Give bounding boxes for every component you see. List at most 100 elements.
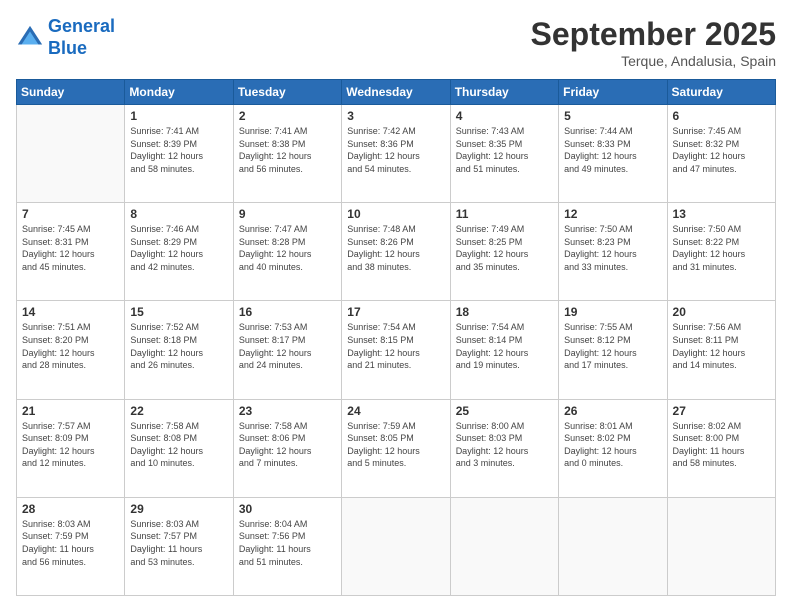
day-number: 2	[239, 109, 336, 123]
day-number: 15	[130, 305, 227, 319]
day-info: Sunrise: 8:02 AM Sunset: 8:00 PM Dayligh…	[673, 420, 770, 470]
calendar-week-row: 7 Sunrise: 7:45 AM Sunset: 8:31 PM Daylig…	[17, 203, 776, 301]
calendar-cell: 25Sunrise: 8:00 AM Sunset: 8:03 PM Dayli…	[450, 399, 558, 497]
calendar-cell: 15Sunrise: 7:52 AM Sunset: 8:18 PM Dayli…	[125, 301, 233, 399]
day-number: 9	[239, 207, 336, 221]
calendar-cell: 5Sunrise: 7:44 AM Sunset: 8:33 PM Daylig…	[559, 105, 667, 203]
day-info: Sunrise: 8:01 AM Sunset: 8:02 PM Dayligh…	[564, 420, 661, 470]
calendar-cell: 1 Sunrise: 7:41 AM Sunset: 8:39 PM Daylig…	[125, 105, 233, 203]
calendar-cell: 30 Sunrise: 8:04 AM Sunset: 7:56 PM Dayli…	[233, 497, 341, 595]
day-number: 4	[456, 109, 553, 123]
location: Terque, Andalusia, Spain	[531, 53, 776, 69]
day-info: Sunrise: 8:03 AM Sunset: 7:57 PM Dayligh…	[130, 518, 227, 568]
day-number: 10	[347, 207, 444, 221]
day-info: Sunrise: 7:43 AM Sunset: 8:35 PM Dayligh…	[456, 125, 553, 175]
calendar-cell: 20 Sunrise: 7:56 AM Sunset: 8:11 PM Dayli…	[667, 301, 775, 399]
day-info: Sunrise: 7:47 AM Sunset: 8:28 PM Dayligh…	[239, 223, 336, 273]
logo-line2: Blue	[48, 38, 87, 58]
day-info: Sunrise: 7:41 AM Sunset: 8:38 PM Dayligh…	[239, 125, 336, 175]
calendar-cell: 19 Sunrise: 7:55 AM Sunset: 8:12 PM Dayli…	[559, 301, 667, 399]
day-number: 28	[22, 502, 119, 516]
day-number: 19	[564, 305, 661, 319]
calendar-cell: 6 Sunrise: 7:45 AM Sunset: 8:32 PM Daylig…	[667, 105, 775, 203]
calendar-cell: 26 Sunrise: 8:01 AM Sunset: 8:02 PM Dayli…	[559, 399, 667, 497]
calendar-week-row: 1 Sunrise: 7:41 AM Sunset: 8:39 PM Daylig…	[17, 105, 776, 203]
month-title: September 2025	[531, 16, 776, 53]
calendar-cell: 21 Sunrise: 7:57 AM Sunset: 8:09 PM Dayli…	[17, 399, 125, 497]
day-info: Sunrise: 7:51 AM Sunset: 8:20 PM Dayligh…	[22, 321, 119, 371]
calendar-cell: 4 Sunrise: 7:43 AM Sunset: 8:35 PM Daylig…	[450, 105, 558, 203]
calendar-cell: 29 Sunrise: 8:03 AM Sunset: 7:57 PM Dayli…	[125, 497, 233, 595]
calendar-cell: 14 Sunrise: 7:51 AM Sunset: 8:20 PM Dayli…	[17, 301, 125, 399]
day-number: 22	[130, 404, 227, 418]
day-number: 6	[673, 109, 770, 123]
calendar-cell: 9 Sunrise: 7:47 AM Sunset: 8:28 PM Daylig…	[233, 203, 341, 301]
day-info: Sunrise: 8:04 AM Sunset: 7:56 PM Dayligh…	[239, 518, 336, 568]
calendar-cell: 8 Sunrise: 7:46 AM Sunset: 8:29 PM Daylig…	[125, 203, 233, 301]
day-number: 26	[564, 404, 661, 418]
day-number: 7	[22, 207, 119, 221]
calendar-cell: 10 Sunrise: 7:48 AM Sunset: 8:26 PM Dayli…	[342, 203, 450, 301]
day-number: 12	[564, 207, 661, 221]
day-info: Sunrise: 7:44 AM Sunset: 8:33 PM Dayligh…	[564, 125, 661, 175]
calendar-cell	[667, 497, 775, 595]
day-number: 24	[347, 404, 444, 418]
weekday-header: Tuesday	[233, 80, 341, 105]
day-number: 8	[130, 207, 227, 221]
day-info: Sunrise: 7:55 AM Sunset: 8:12 PM Dayligh…	[564, 321, 661, 371]
weekday-header: Friday	[559, 80, 667, 105]
calendar-cell	[450, 497, 558, 595]
day-number: 20	[673, 305, 770, 319]
day-info: Sunrise: 7:49 AM Sunset: 8:25 PM Dayligh…	[456, 223, 553, 273]
header: General Blue September 2025 Terque, Anda…	[16, 16, 776, 69]
calendar-cell: 22Sunrise: 7:58 AM Sunset: 8:08 PM Dayli…	[125, 399, 233, 497]
logo-line1: General	[48, 16, 115, 36]
day-number: 14	[22, 305, 119, 319]
title-block: September 2025 Terque, Andalusia, Spain	[531, 16, 776, 69]
weekday-header: Saturday	[667, 80, 775, 105]
day-number: 25	[456, 404, 553, 418]
day-number: 29	[130, 502, 227, 516]
weekday-header-row: SundayMondayTuesdayWednesdayThursdayFrid…	[17, 80, 776, 105]
day-info: Sunrise: 7:46 AM Sunset: 8:29 PM Dayligh…	[130, 223, 227, 273]
day-info: Sunrise: 7:54 AM Sunset: 8:14 PM Dayligh…	[456, 321, 553, 371]
day-number: 18	[456, 305, 553, 319]
calendar-cell: 23Sunrise: 7:58 AM Sunset: 8:06 PM Dayli…	[233, 399, 341, 497]
day-number: 3	[347, 109, 444, 123]
calendar-cell: 17 Sunrise: 7:54 AM Sunset: 8:15 PM Dayli…	[342, 301, 450, 399]
calendar-cell: 2 Sunrise: 7:41 AM Sunset: 8:38 PM Daylig…	[233, 105, 341, 203]
calendar-cell	[17, 105, 125, 203]
day-info: Sunrise: 7:45 AM Sunset: 8:31 PM Dayligh…	[22, 223, 119, 273]
calendar-cell: 16 Sunrise: 7:53 AM Sunset: 8:17 PM Dayli…	[233, 301, 341, 399]
day-info: Sunrise: 7:45 AM Sunset: 8:32 PM Dayligh…	[673, 125, 770, 175]
calendar-cell: 27Sunrise: 8:02 AM Sunset: 8:00 PM Dayli…	[667, 399, 775, 497]
weekday-header: Monday	[125, 80, 233, 105]
calendar-cell: 13Sunrise: 7:50 AM Sunset: 8:22 PM Dayli…	[667, 203, 775, 301]
calendar-cell: 11Sunrise: 7:49 AM Sunset: 8:25 PM Dayli…	[450, 203, 558, 301]
calendar-cell: 3Sunrise: 7:42 AM Sunset: 8:36 PM Daylig…	[342, 105, 450, 203]
day-info: Sunrise: 8:03 AM Sunset: 7:59 PM Dayligh…	[22, 518, 119, 568]
day-info: Sunrise: 7:56 AM Sunset: 8:11 PM Dayligh…	[673, 321, 770, 371]
day-number: 16	[239, 305, 336, 319]
day-number: 13	[673, 207, 770, 221]
day-info: Sunrise: 7:48 AM Sunset: 8:26 PM Dayligh…	[347, 223, 444, 273]
calendar-cell: 12 Sunrise: 7:50 AM Sunset: 8:23 PM Dayli…	[559, 203, 667, 301]
day-info: Sunrise: 7:54 AM Sunset: 8:15 PM Dayligh…	[347, 321, 444, 371]
day-info: Sunrise: 7:59 AM Sunset: 8:05 PM Dayligh…	[347, 420, 444, 470]
calendar-cell: 24 Sunrise: 7:59 AM Sunset: 8:05 PM Dayli…	[342, 399, 450, 497]
calendar-cell	[342, 497, 450, 595]
calendar-week-row: 28 Sunrise: 8:03 AM Sunset: 7:59 PM Dayli…	[17, 497, 776, 595]
day-info: Sunrise: 7:50 AM Sunset: 8:23 PM Dayligh…	[564, 223, 661, 273]
day-number: 17	[347, 305, 444, 319]
page: General Blue September 2025 Terque, Anda…	[0, 0, 792, 612]
calendar-week-row: 14 Sunrise: 7:51 AM Sunset: 8:20 PM Dayli…	[17, 301, 776, 399]
day-number: 21	[22, 404, 119, 418]
calendar-cell: 7 Sunrise: 7:45 AM Sunset: 8:31 PM Daylig…	[17, 203, 125, 301]
day-number: 1	[130, 109, 227, 123]
logo-text: General Blue	[48, 16, 115, 59]
weekday-header: Thursday	[450, 80, 558, 105]
day-info: Sunrise: 7:57 AM Sunset: 8:09 PM Dayligh…	[22, 420, 119, 470]
day-info: Sunrise: 7:41 AM Sunset: 8:39 PM Dayligh…	[130, 125, 227, 175]
day-number: 30	[239, 502, 336, 516]
day-info: Sunrise: 7:53 AM Sunset: 8:17 PM Dayligh…	[239, 321, 336, 371]
